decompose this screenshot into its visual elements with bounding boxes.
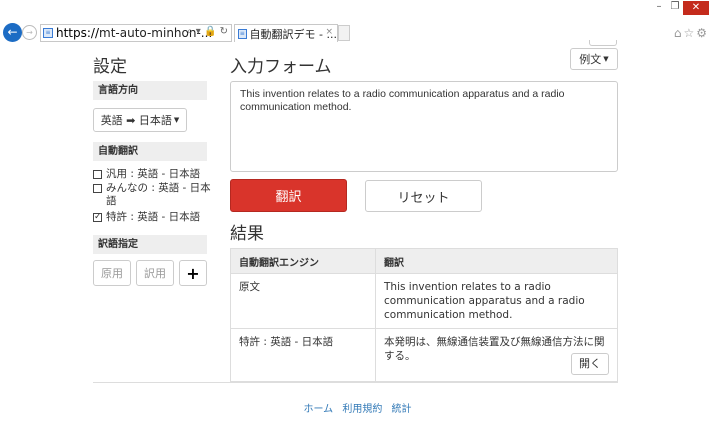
input-form-title: 入力フォーム [230,57,332,77]
open-button[interactable]: 開く [571,353,609,375]
back-arrow-icon[interactable]: ← [3,23,22,42]
engine-column-header: 自動翻訳エンジン [230,248,376,274]
caret-down-icon: ▼ [603,55,609,63]
address-bar-icons[interactable]: ⌕ ▾ 🔒 ↻ [187,26,228,37]
close-window-button[interactable]: ✕ [683,1,709,15]
url-scheme: https:// [56,26,100,40]
caret-down-icon: ▼ [173,116,180,124]
footer-divider [93,382,618,383]
toolbar-icons[interactable]: ⌂☆⚙ [674,26,709,40]
engine-checkbox-minna[interactable]: みんなの : 英語 - 日本語 [93,182,211,208]
engine-cell: 原文 [230,273,376,329]
translation-column-header: 翻訳 [375,248,618,274]
example-button-top [589,40,617,46]
auto-translate-label: 自動翻訳 [93,142,207,161]
add-term-button[interactable]: + [179,260,207,286]
source-text-input[interactable]: This invention relates to a radio commun… [230,81,618,172]
translation-cell: This invention relates to a radio commun… [375,273,618,329]
glossary-label: 訳語指定 [93,235,207,254]
tab-title: 自動翻訳デモ - ... [249,27,337,41]
checked-checkbox-icon[interactable]: ✓ [93,213,102,222]
language-direction-label: 英語 ➡ 日本語 [100,114,172,127]
footer-link-home[interactable]: ホーム [303,404,333,415]
result-title: 結果 [230,224,264,244]
table-header-row: 自動翻訳エンジン 翻訳 [230,248,618,274]
engine-label: みんなの : 英語 - 日本語 [106,182,211,207]
target-term-button[interactable]: 訳用 [136,260,174,286]
footer-links: ホーム 利用規約 統計 [0,400,715,415]
translate-button[interactable]: 翻訳 [230,179,347,212]
address-bar[interactable]: ≡ https://mt-auto-minhon-... ⌕ ▾ 🔒 ↻ [40,24,232,42]
browser-tab[interactable]: ≡ 自動翻訳デモ - ... × [234,24,338,42]
new-tab-button[interactable] [338,25,350,41]
footer-link-stats[interactable]: 統計 [392,404,412,415]
table-row: 原文 This invention relates to a radio com… [230,273,618,329]
translation-cell: 本発明は、無線通信装置及び無線通信方法に関する。 開く [375,328,618,382]
minimize-button[interactable]: – [651,1,667,13]
tab-close-icon[interactable]: × [325,27,333,37]
example-button[interactable]: 例文 ▼ [570,48,618,70]
settings-title: 設定 [93,57,127,77]
table-row: 特許 : 英語 - 日本語 本発明は、無線通信装置及び無線通信方法に関する。 開… [230,328,618,382]
checkbox-icon[interactable] [93,170,102,179]
language-direction-button[interactable]: 英語 ➡ 日本語 ▼ [93,108,187,132]
forward-arrow-icon[interactable]: → [22,25,37,40]
engine-checkbox-patent[interactable]: ✓ 特許 : 英語 - 日本語 [93,211,211,224]
engine-label: 汎用 : 英語 - 日本語 [106,168,201,180]
footer-link-terms[interactable]: 利用規約 [342,404,382,415]
result-table: 自動翻訳エンジン 翻訳 原文 This invention relates to… [230,248,618,382]
source-term-button[interactable]: 原用 [93,260,131,286]
checkbox-icon[interactable] [93,184,102,193]
window-controls: – ❐ ✕ [651,1,709,15]
tab-favicon-icon: ≡ [238,28,247,39]
site-favicon-icon: ≡ [43,28,53,38]
direction-label: 言語方向 [93,81,207,100]
example-button-label: 例文 [579,53,602,66]
engine-checkbox-general[interactable]: 汎用 : 英語 - 日本語 [93,168,211,181]
reset-button[interactable]: リセット [365,180,482,212]
engine-label: 特許 : 英語 - 日本語 [106,211,201,223]
maximize-button[interactable]: ❐ [667,1,683,13]
engine-cell: 特許 : 英語 - 日本語 [230,328,376,382]
